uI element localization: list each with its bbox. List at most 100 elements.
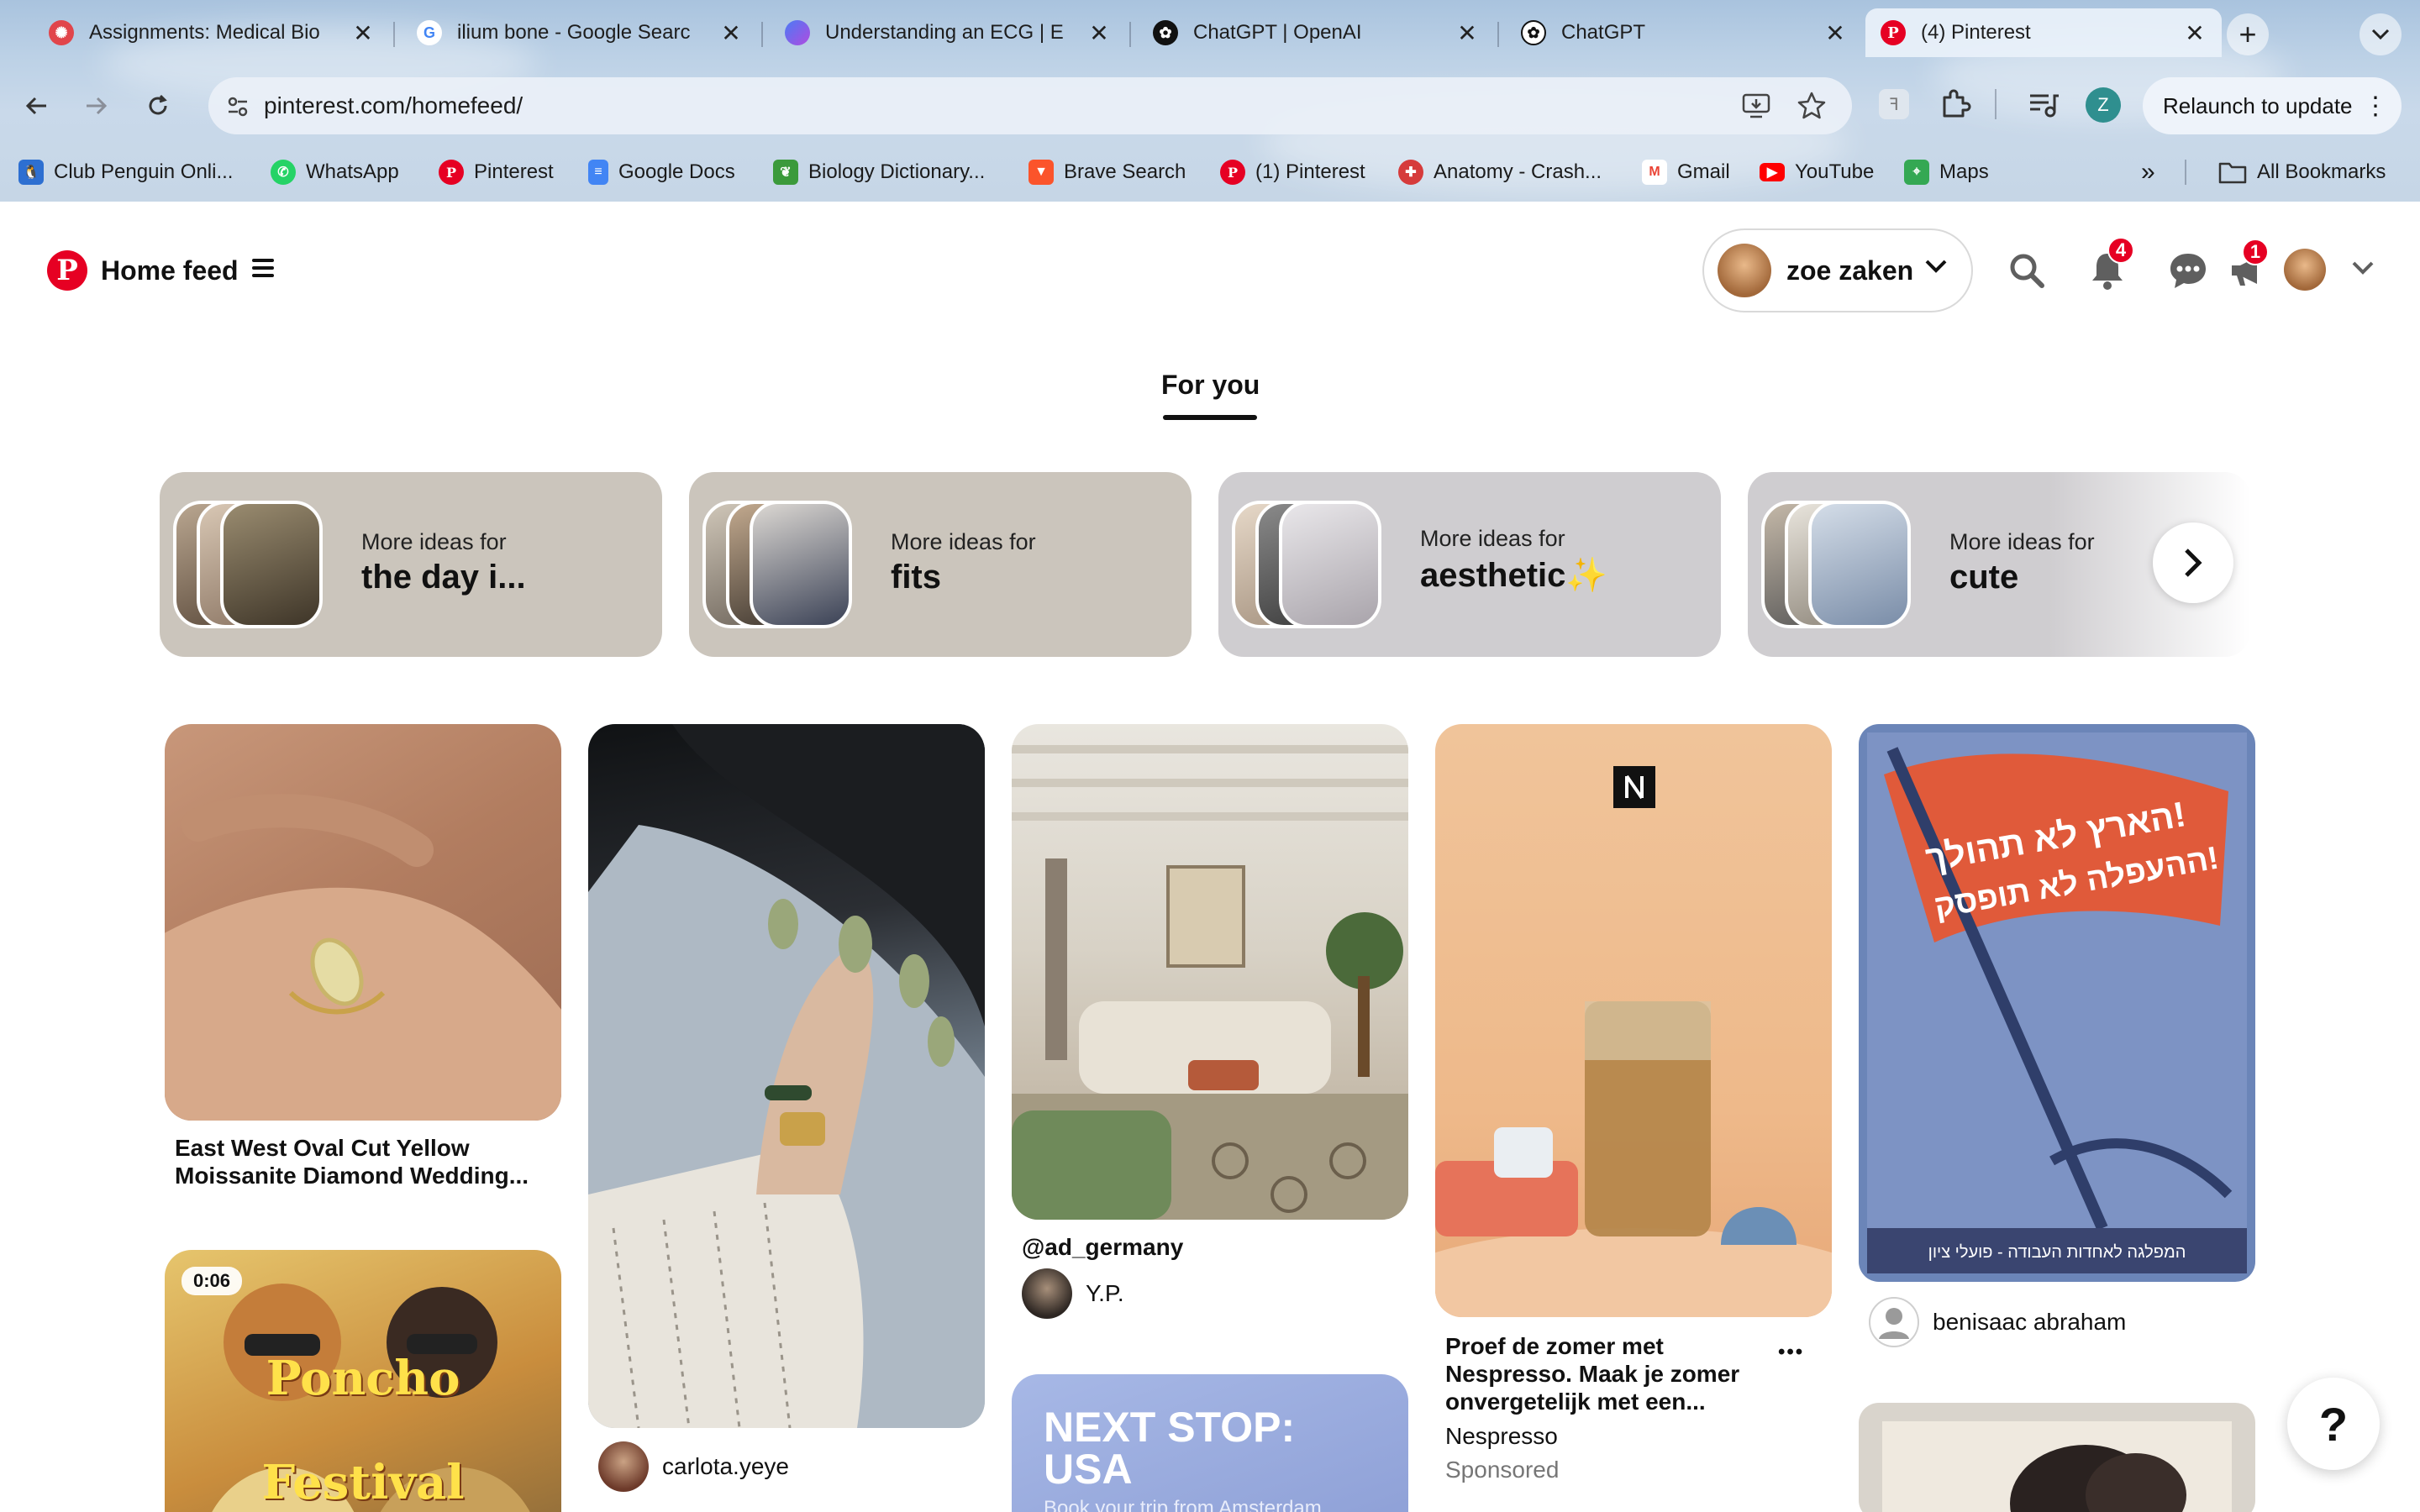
pin-video-poncho[interactable]: 0:06 Poncho Festival bbox=[165, 1250, 561, 1512]
bookmark-google-docs[interactable]: ≡ Google Docs bbox=[588, 158, 735, 186]
browser-tab-chatgpt-openai[interactable]: ✿ ChatGPT | OpenAI ✕ bbox=[1138, 8, 1494, 57]
help-button[interactable]: ? bbox=[2287, 1378, 2380, 1470]
back-button[interactable] bbox=[17, 86, 57, 126]
pin-poster-image[interactable]: !הארץ לא תהולך !ההעפלה לא תופסק המפלגה ל… bbox=[1859, 724, 2255, 1282]
reload-icon bbox=[149, 94, 167, 115]
install-app-icon[interactable] bbox=[1741, 91, 1771, 121]
idea-thumbnails bbox=[173, 501, 341, 628]
account-name: zoe zaken bbox=[1786, 255, 1914, 286]
nespresso-photo bbox=[1435, 766, 1832, 1317]
idea-card-fits[interactable]: More ideas for fits bbox=[689, 472, 1192, 657]
avatar[interactable] bbox=[2284, 249, 2326, 291]
updates-button[interactable]: 1 bbox=[2223, 239, 2270, 294]
poster-photo bbox=[1867, 732, 2247, 1273]
browser-tab-chatgpt[interactable]: ✿ ChatGPT ✕ bbox=[1506, 8, 1862, 57]
home-feed-title[interactable]: Home feed bbox=[101, 250, 239, 291]
profile-avatar[interactable]: Z bbox=[2086, 87, 2121, 123]
vintage-photo bbox=[1882, 1421, 2232, 1512]
living-room-photo bbox=[1012, 745, 1408, 1220]
bookmark-anatomy-crash-course[interactable]: ✚ Anatomy - Crash... bbox=[1398, 158, 1602, 186]
address-bar[interactable]: pinterest.com/homefeed/ bbox=[208, 77, 1852, 134]
tab-for-you[interactable]: For you bbox=[1161, 370, 1260, 401]
bookmark-club-penguin[interactable]: 🐧 Club Penguin Onli... bbox=[18, 158, 233, 186]
bookmark-pinterest[interactable]: P Pinterest bbox=[439, 158, 554, 186]
more-vert-icon[interactable]: ⋮ bbox=[2363, 92, 2388, 121]
close-tab-icon[interactable]: ✕ bbox=[719, 19, 743, 47]
pin-creator[interactable]: carlota.yeye bbox=[598, 1441, 789, 1492]
openai-icon: ✿ bbox=[1153, 20, 1178, 45]
close-tab-icon[interactable]: ✕ bbox=[1087, 19, 1111, 47]
extension-icon[interactable]: ꟻ bbox=[1879, 89, 1909, 119]
browser-tab-canvas[interactable]: ✺ Assignments: Medical Bio ✕ bbox=[34, 8, 390, 57]
idea-carousel-next-button[interactable] bbox=[2153, 522, 2233, 603]
arrow-right-icon bbox=[87, 97, 108, 115]
pin-travel-ad[interactable]: NEXT STOP: USA Book your trip from Amste… bbox=[1012, 1374, 1408, 1512]
close-tab-icon[interactable]: ✕ bbox=[351, 19, 375, 47]
bookmark-star-icon[interactable] bbox=[1797, 91, 1827, 121]
google-docs-icon: ≡ bbox=[588, 160, 608, 185]
pin-title[interactable]: Proef de zomer met Nespresso. Maak je zo… bbox=[1445, 1332, 1773, 1415]
avatar bbox=[1022, 1268, 1072, 1319]
pin-living-room-image[interactable] bbox=[1012, 724, 1408, 1220]
avatar bbox=[1869, 1297, 1919, 1347]
search-button[interactable] bbox=[2003, 247, 2050, 294]
media-control-button[interactable] bbox=[2027, 89, 2060, 123]
pin-photo-image[interactable] bbox=[1859, 1403, 2255, 1512]
notifications-button[interactable]: 4 bbox=[2084, 237, 2134, 294]
bookmark-brave-search[interactable]: ▼ Brave Search bbox=[1028, 158, 1186, 186]
pin-ring-image[interactable] bbox=[165, 724, 561, 1121]
bookmark-biology-dictionary[interactable]: ❦ Biology Dictionary... bbox=[773, 158, 985, 186]
account-switcher[interactable]: zoe zaken bbox=[1702, 228, 1973, 312]
close-tab-icon[interactable]: ✕ bbox=[2183, 19, 2207, 47]
bookmark-whatsapp[interactable]: ✆ WhatsApp bbox=[271, 158, 399, 186]
account-menu-button[interactable] bbox=[2351, 260, 2375, 280]
site-settings-icon[interactable] bbox=[225, 94, 250, 119]
menu-icon[interactable] bbox=[252, 259, 274, 279]
video-overlay-title: Poncho bbox=[266, 1351, 460, 1406]
travel-subheadline: Book your trip from Amsterdam bbox=[1044, 1497, 1322, 1512]
video-overlay-subtitle: Festival bbox=[261, 1455, 465, 1510]
avatar bbox=[1718, 244, 1771, 297]
travel-headline: NEXT STOP: USA bbox=[1044, 1404, 1296, 1493]
reload-button[interactable] bbox=[138, 86, 178, 126]
bookmark-youtube[interactable]: ▶ YouTube bbox=[1760, 158, 1874, 186]
browser-tab-google[interactable]: G ilium bone - Google Searc ✕ bbox=[402, 8, 758, 57]
bookmarks-overflow-button[interactable]: » bbox=[2141, 158, 2155, 186]
pin-creator[interactable]: benisaac abraham bbox=[1869, 1297, 2126, 1347]
pinterest-logo[interactable]: P bbox=[47, 250, 87, 291]
messages-button[interactable] bbox=[2165, 247, 2212, 294]
bookmark-maps[interactable]: ⌖ Maps bbox=[1904, 158, 1989, 186]
extensions-puzzle-button[interactable] bbox=[1938, 87, 1971, 125]
chevron-right-icon bbox=[2185, 549, 2202, 577]
pin-nails-image[interactable] bbox=[588, 724, 985, 1428]
browser-tab-ecg[interactable]: Understanding an ECG | E ✕ bbox=[770, 8, 1126, 57]
pin-nespresso-image[interactable] bbox=[1435, 724, 1832, 1317]
search-icon bbox=[2010, 254, 2044, 288]
pin-advertiser[interactable]: Nespresso bbox=[1445, 1423, 1558, 1450]
idea-card-aesthetic[interactable]: More ideas for aesthetic✨ bbox=[1218, 472, 1721, 657]
toolbar-separator bbox=[1995, 89, 1996, 119]
relaunch-to-update-button[interactable]: Relaunch to update ⋮ bbox=[2143, 77, 2402, 134]
bookmark-gmail[interactable]: M Gmail bbox=[1642, 158, 1730, 186]
pin-title[interactable]: @ad_germany bbox=[1022, 1233, 1408, 1261]
gmail-icon: M bbox=[1642, 160, 1667, 185]
default-avatar-icon bbox=[1869, 1297, 1919, 1347]
ecg-site-icon bbox=[785, 20, 810, 45]
pin-title[interactable]: East West Oval Cut Yellow Moissanite Dia… bbox=[175, 1134, 561, 1189]
bookmark-separator bbox=[2185, 160, 2186, 185]
google-icon: G bbox=[417, 20, 442, 45]
tab-search-button[interactable] bbox=[2360, 13, 2402, 55]
idea-card-the-day[interactable]: More ideas for the day i... bbox=[160, 472, 662, 657]
pin-creator[interactable]: Y.P. bbox=[1022, 1268, 1124, 1319]
browser-tab-pinterest[interactable]: P (4) Pinterest ✕ bbox=[1865, 8, 2222, 57]
all-bookmarks-button[interactable]: All Bookmarks bbox=[2218, 158, 2386, 186]
close-tab-icon[interactable]: ✕ bbox=[1823, 19, 1847, 47]
sparkles-emoji: ✨ bbox=[1565, 557, 1608, 594]
close-tab-icon[interactable]: ✕ bbox=[1455, 19, 1479, 47]
forward-button[interactable] bbox=[76, 86, 116, 126]
new-tab-button[interactable]: + bbox=[2227, 13, 2269, 55]
more-options-icon[interactable]: ••• bbox=[1778, 1341, 1804, 1364]
pinterest-icon: P bbox=[439, 160, 464, 185]
puzzle-icon bbox=[1943, 89, 1971, 118]
bookmark-pinterest-1[interactable]: P (1) Pinterest bbox=[1220, 158, 1365, 186]
